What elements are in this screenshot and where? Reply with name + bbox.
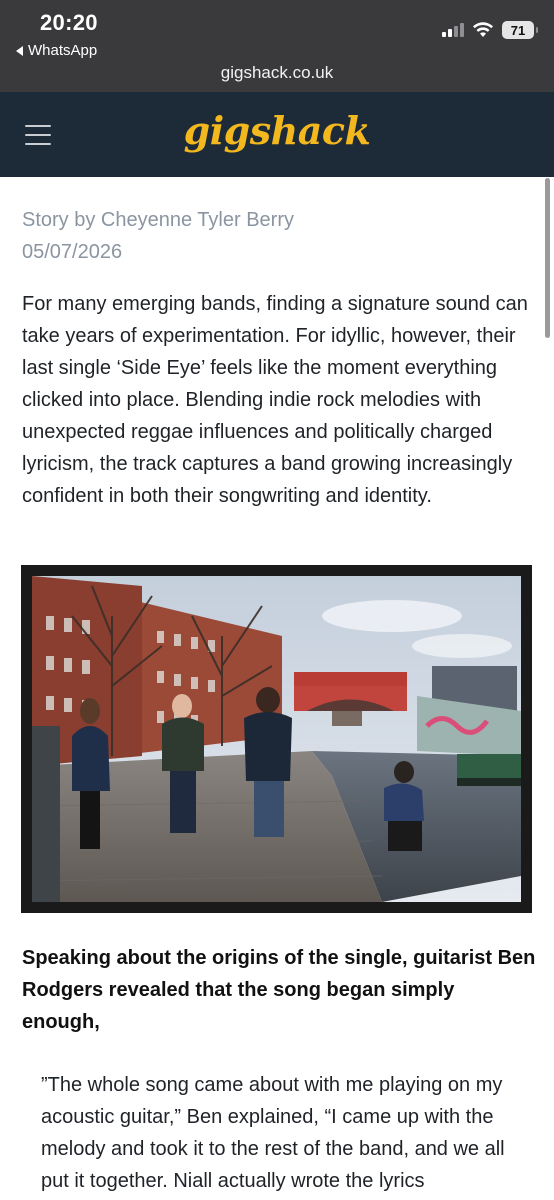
- wifi-icon: [473, 22, 493, 37]
- back-triangle-icon: [16, 45, 23, 56]
- page-scrollbar[interactable]: [545, 178, 550, 338]
- article-meta: Story by Cheyenne Tyler Berry 05/07/2026: [22, 204, 294, 268]
- band-photo-image: [32, 576, 521, 902]
- status-time: 20:20: [40, 10, 98, 35]
- cellular-signal-icon: [442, 23, 464, 37]
- article-lead-in: Speaking about the origins of the single…: [22, 947, 536, 1033]
- article-quote: ”The whole song came about with me playi…: [41, 1074, 505, 1192]
- status-indicators: 71: [442, 21, 538, 39]
- back-to-app-button[interactable]: WhatsApp: [16, 42, 97, 59]
- article-date: 05/07/2026: [22, 241, 123, 263]
- article-byline: Story by Cheyenne Tyler Berry: [22, 209, 294, 231]
- battery-indicator: 71: [502, 21, 538, 39]
- band-photo: [21, 565, 532, 913]
- site-header: gigshack: [0, 92, 554, 177]
- article-intro-paragraph: For many emerging bands, finding a signa…: [22, 293, 528, 507]
- site-logo[interactable]: gigshack: [0, 108, 554, 153]
- address-bar-url[interactable]: gigshack.co.uk: [0, 63, 554, 83]
- browser-chrome: 20:20 WhatsApp 71 gigshack.co.uk: [0, 0, 554, 92]
- back-app-label: WhatsApp: [28, 42, 98, 59]
